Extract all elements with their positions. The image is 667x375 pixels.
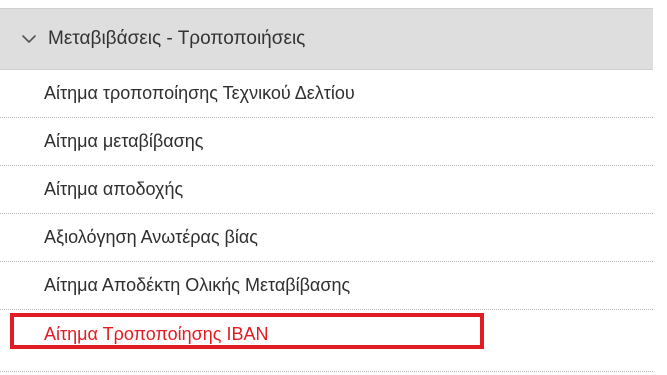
menu-item-iban-modification[interactable]: Αίτημα Τροποποίησης IBAN	[0, 310, 653, 358]
menu-item-label: Αίτημα τροποποίησης Τεχνικού Δελτίου	[44, 83, 355, 103]
menu-item-transfer-request[interactable]: Αίτημα μεταβίβασης	[0, 118, 653, 166]
menu-item-label: Αίτημα μεταβίβασης	[44, 131, 204, 151]
menu-item-acceptance-request[interactable]: Αίτημα αποδοχής	[0, 166, 653, 214]
menu-item-label: Αίτημα αποδοχής	[44, 179, 184, 199]
menu-panel: Μεταβιβάσεις - Τροποποιήσεις Αίτημα τροπ…	[0, 0, 667, 375]
chevron-down-icon	[20, 30, 38, 48]
menu-section: Μεταβιβάσεις - Τροποποιήσεις Αίτημα τροπ…	[0, 8, 653, 358]
menu-item-label: Αίτημα Αποδέκτη Ολικής Μεταβίβασης	[44, 275, 351, 295]
menu-item-technical-sheet-modification[interactable]: Αίτημα τροποποίησης Τεχνικού Δελτίου	[0, 70, 653, 118]
section-title: Μεταβιβάσεις - Τροποποιήσεις	[48, 28, 306, 49]
menu-item-full-transfer-recipient-request[interactable]: Αίτημα Αποδέκτη Ολικής Μεταβίβασης	[0, 262, 653, 310]
bottom-divider	[0, 371, 653, 372]
section-header[interactable]: Μεταβιβάσεις - Τροποποιήσεις	[0, 8, 653, 70]
menu-item-force-majeure-evaluation[interactable]: Αξιολόγηση Ανωτέρας βίας	[0, 214, 653, 262]
menu-item-label: Αίτημα Τροποποίησης IBAN	[44, 323, 269, 344]
menu-list: Αίτημα τροποποίησης Τεχνικού Δελτίου Αίτ…	[0, 70, 653, 358]
menu-item-label: Αξιολόγηση Ανωτέρας βίας	[44, 227, 258, 247]
